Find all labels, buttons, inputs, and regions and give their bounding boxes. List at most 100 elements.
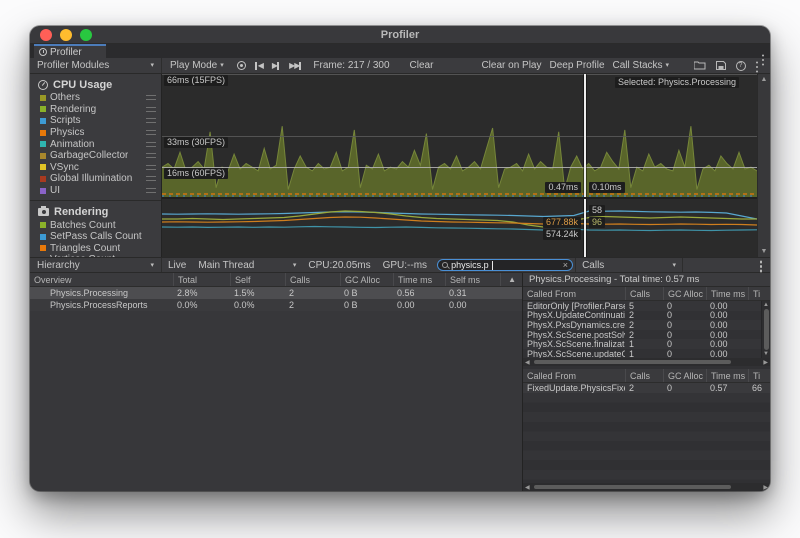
cell: 0.00: [706, 301, 748, 311]
drag-handle-icon[interactable]: [146, 95, 156, 100]
scroll-left-icon[interactable]: ◀: [525, 359, 530, 366]
scrollbar-thumb[interactable]: [764, 309, 769, 350]
profiler-modules-dropdown[interactable]: Profiler Modules ▾: [30, 58, 162, 73]
window-titlebar[interactable]: Profiler: [30, 26, 770, 44]
clear-search-icon[interactable]: ×: [563, 261, 568, 270]
caller-row[interactable]: PhysX.ScScene.updateCC100.00: [523, 349, 770, 358]
scrollbar-thumb[interactable]: [534, 360, 732, 364]
module-item-vsync[interactable]: VSync: [30, 162, 161, 174]
current-frame-button[interactable]: ▶▶: [284, 62, 306, 70]
drag-handle-icon[interactable]: [146, 142, 156, 147]
hierarchy-mode-dropdown[interactable]: Hierarchy ▾: [30, 258, 162, 272]
drag-handle-icon[interactable]: [146, 130, 156, 135]
callers-horizontal-scrollbar[interactable]: ◀ ▶: [523, 358, 770, 366]
module-item-physics[interactable]: Physics: [30, 127, 161, 139]
scroll-down-icon[interactable]: ▼: [761, 248, 768, 255]
tab-bar-menu-icon[interactable]: [762, 48, 765, 66]
selected-frame-line[interactable]: [584, 199, 586, 257]
load-profile-icon[interactable]: [694, 61, 706, 70]
module-item-scripts[interactable]: Scripts: [30, 115, 161, 127]
play-mode-dropdown[interactable]: Play Mode ▾: [166, 60, 228, 71]
callees-table-header[interactable]: Called FromCallsGC AllocTime ms▴Ti: [523, 369, 770, 383]
column-header-gc-alloc[interactable]: GC Alloc: [340, 273, 393, 286]
callee-row[interactable]: FixedUpdate.PhysicsFixed200.5766: [523, 383, 770, 393]
help-icon[interactable]: ?: [736, 61, 746, 71]
toolbar-menu-icon[interactable]: [756, 60, 759, 71]
caller-row[interactable]: PhysX.UpdateContinuatio200.00: [523, 311, 770, 321]
module-item-garbagecollector[interactable]: GarbageCollector: [30, 150, 161, 162]
column-header-self-ms[interactable]: Self ms: [445, 273, 500, 286]
drag-handle-icon[interactable]: [146, 153, 156, 158]
column-header-overview[interactable]: Overview: [30, 273, 173, 286]
scroll-right-icon[interactable]: ▶: [763, 484, 768, 491]
module-item-global-illumination[interactable]: Global Illumination: [30, 173, 161, 185]
next-frame-button[interactable]: ▶: [267, 62, 284, 70]
callers-vertical-scrollbar[interactable]: ▲ ▼: [761, 301, 770, 358]
drag-handle-icon[interactable]: [146, 176, 156, 181]
drag-handle-icon[interactable]: [146, 165, 156, 170]
drag-handle-icon[interactable]: [146, 188, 156, 193]
column-header-called-from[interactable]: Called From: [523, 369, 625, 382]
scroll-down-icon[interactable]: ▼: [763, 351, 769, 357]
module-header-cpu-usage[interactable]: CPU Usage: [30, 77, 161, 92]
hierarchy-menu-icon[interactable]: [760, 260, 763, 271]
rendering-chart[interactable]: 5896677.88k574.24k: [162, 199, 757, 257]
scrollbar-thumb[interactable]: [534, 485, 732, 489]
sort-indicator-icon[interactable]: ▲: [500, 273, 522, 286]
module-item-vertices-count[interactable]: Vertices Count: [30, 254, 161, 257]
search-input[interactable]: physics.p ×: [437, 259, 573, 271]
column-header-ti[interactable]: Ti: [748, 369, 770, 382]
column-header-calls[interactable]: Calls: [625, 369, 663, 382]
column-header-time-ms[interactable]: Time ms▴: [706, 287, 748, 300]
column-header-time-ms[interactable]: Time ms▴: [706, 369, 748, 382]
deep-profile-button[interactable]: Deep Profile: [545, 60, 608, 71]
live-toggle[interactable]: Live: [162, 260, 192, 271]
selected-frame-line[interactable]: [584, 74, 586, 197]
hierarchy-row[interactable]: Physics.Processing2.8%1.5%20 B0.560.31: [30, 287, 522, 299]
hierarchy-table-header[interactable]: OverviewTotalSelfCallsGC AllocTime msSel…: [30, 273, 522, 287]
column-header-gc-alloc[interactable]: GC Alloc: [663, 369, 706, 382]
module-item-setpass-calls-count[interactable]: SetPass Calls Count: [30, 231, 161, 243]
caller-row[interactable]: PhysX.ScScene.postSolve200.00: [523, 330, 770, 340]
record-button[interactable]: [233, 61, 250, 70]
details-view-dropdown[interactable]: Calls ▾: [575, 258, 683, 272]
column-header-self[interactable]: Self: [230, 273, 285, 286]
module-item-others[interactable]: Others: [30, 92, 161, 104]
scroll-left-icon[interactable]: ◀: [525, 484, 530, 491]
hierarchy-row[interactable]: Physics.ProcessReports0.0%0.0%20 B0.000.…: [30, 299, 522, 311]
clear-on-play-button[interactable]: Clear on Play: [477, 60, 545, 71]
caller-row[interactable]: PhysX.PxsDynamics.creat200.00: [523, 320, 770, 330]
drag-handle-icon[interactable]: [146, 118, 156, 123]
scroll-up-icon[interactable]: ▲: [761, 76, 768, 83]
clear-button[interactable]: Clear: [406, 60, 438, 71]
column-header-time-ms[interactable]: Time ms: [393, 273, 445, 286]
caller-row[interactable]: PhysX.ScScene.finalizatio100.00: [523, 339, 770, 349]
cpu-usage-chart[interactable]: 66ms (15FPS)33ms (30FPS)16ms (60FPS)Sele…: [162, 74, 757, 197]
module-item-ui[interactable]: UI: [30, 185, 161, 197]
drag-handle-icon[interactable]: [146, 107, 156, 112]
details-horizontal-scrollbar[interactable]: ◀ ▶: [523, 483, 770, 491]
module-item-rendering[interactable]: Rendering: [30, 104, 161, 116]
column-header-calls[interactable]: Calls: [285, 273, 340, 286]
module-item-triangles-count[interactable]: Triangles Count: [30, 243, 161, 255]
play-mode-label: Play Mode: [170, 60, 217, 71]
module-item-animation[interactable]: Animation: [30, 138, 161, 150]
column-header-calls[interactable]: Calls: [625, 287, 663, 300]
caller-row[interactable]: EditorOnly [Profiler.ParseT500.00: [523, 301, 770, 311]
callers-table-header[interactable]: Called FromCallsGC AllocTime ms▴Ti: [523, 287, 770, 301]
module-header-rendering[interactable]: Rendering: [30, 204, 161, 219]
column-header-gc-alloc[interactable]: GC Alloc: [663, 287, 706, 300]
column-header-total[interactable]: Total: [173, 273, 230, 286]
charts-scrollbar[interactable]: ▲ ▼: [757, 74, 770, 257]
column-header-called-from[interactable]: Called From: [523, 287, 625, 300]
scroll-up-icon[interactable]: ▲: [763, 302, 769, 308]
previous-frame-button[interactable]: ◀: [250, 62, 267, 70]
column-header-ti[interactable]: Ti: [748, 287, 770, 300]
thread-dropdown[interactable]: Main Thread ▾: [192, 260, 302, 271]
save-profile-icon[interactable]: [716, 61, 726, 70]
call-stacks-dropdown[interactable]: Call Stacks ▾: [609, 60, 674, 71]
tab-profiler[interactable]: Profiler: [34, 44, 106, 58]
scroll-right-icon[interactable]: ▶: [763, 359, 768, 366]
module-title: CPU Usage: [53, 79, 112, 91]
module-item-batches-count[interactable]: Batches Count: [30, 219, 161, 231]
